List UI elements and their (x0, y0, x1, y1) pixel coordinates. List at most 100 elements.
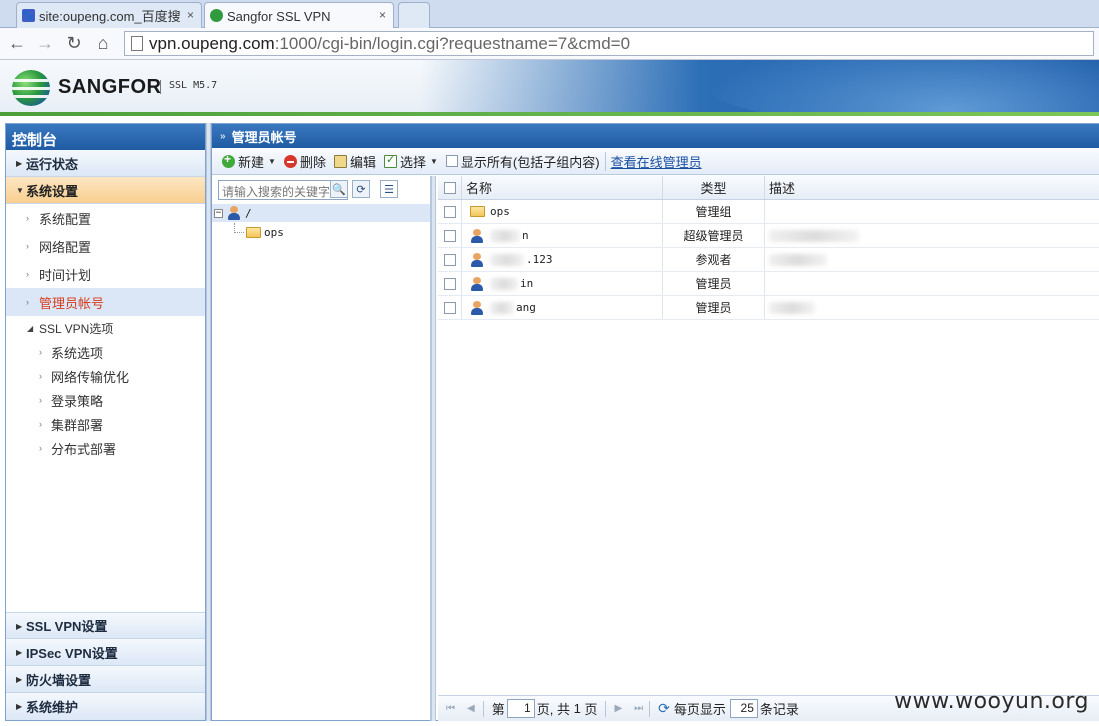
select-button-label: 选择 (399, 154, 426, 170)
product-version: SSL M5.7 (169, 80, 218, 91)
sangfor-logo-icon (12, 70, 50, 106)
new-tab-button[interactable] (398, 2, 430, 28)
sidebar-group-label: SSL VPN选项 (39, 321, 114, 336)
sidebar-section-ssl-vpn[interactable]: ▶ SSL VPN设置 (6, 612, 205, 639)
edit-button[interactable]: 编辑 (333, 152, 376, 171)
forward-arrow-icon[interactable]: → (34, 32, 56, 54)
per-page-input[interactable]: 25 (729, 699, 758, 718)
column-header-name[interactable]: 名称 (462, 176, 663, 199)
baidu-favicon-icon: 🐾 (22, 9, 35, 22)
dropdown-arrow-icon[interactable]: ▼ (268, 157, 276, 166)
home-icon[interactable]: ⌂ (92, 32, 114, 54)
column-header-type[interactable]: 类型 (663, 176, 765, 199)
sidebar-section-ipsec-vpn[interactable]: ▶ IPSec VPN设置 (6, 639, 205, 666)
select-button[interactable]: 选择 ▼ (383, 152, 438, 171)
address-bar[interactable]: vpn.oupeng.com:1000/cgi-bin/login.cgi?re… (124, 31, 1094, 56)
sidebar-item-system-config[interactable]: › 系统配置 (6, 204, 205, 232)
checkbox[interactable] (445, 155, 458, 167)
tree-splitter[interactable] (431, 176, 436, 721)
sidebar-subitem-distributed[interactable]: › 分布式部署 (6, 436, 205, 460)
close-tab-icon[interactable]: × (187, 8, 194, 22)
sidebar-subitem-system-options[interactable]: › 系统选项 (6, 340, 205, 364)
prev-page-icon[interactable]: ◀ (467, 703, 475, 714)
bullet-icon: › (39, 395, 42, 405)
sidebar-section-maintenance[interactable]: ▶ 系统维护 (6, 693, 205, 720)
sidebar-subitem-login-policy[interactable]: › 登录策略 (6, 388, 205, 412)
table-row[interactable]: ops 管理组 (438, 200, 1099, 224)
tree-node-root[interactable]: − / (212, 204, 430, 222)
header-strip (0, 112, 1099, 116)
sidebar-subitem-cluster[interactable]: › 集群部署 (6, 412, 205, 436)
column-header-description[interactable]: 描述 (765, 176, 1099, 199)
reload-icon[interactable]: ↻ (63, 32, 85, 54)
table-row[interactable]: .123 参观者 (438, 248, 1099, 272)
new-button-label: 新建 (238, 154, 265, 170)
caret-right-icon: ▶ (16, 675, 23, 684)
tree-search-input[interactable]: 请输入搜索的关键字 (218, 180, 348, 200)
bullet-icon: › (26, 241, 29, 251)
last-page-icon[interactable]: ⏭ (634, 703, 643, 714)
new-button[interactable]: 新建 ▼ (222, 152, 276, 171)
caret-down-icon: ◢ (27, 323, 34, 333)
edit-icon (333, 154, 347, 168)
bullet-icon: › (39, 347, 42, 357)
grid-header: 名称 类型 描述 (438, 176, 1099, 200)
user-group-icon (227, 206, 241, 220)
description-cell (765, 248, 1099, 271)
sidebar-section-label: 系统维护 (26, 700, 79, 715)
page-suffix: 页 (584, 702, 598, 717)
next-page-icon[interactable]: ▶ (614, 703, 622, 714)
sidebar-subitem-network-optimization[interactable]: › 网络传输优化 (6, 364, 205, 388)
back-arrow-icon[interactable]: ← (6, 32, 28, 54)
sidebar-section-label: SSL VPN设置 (26, 619, 108, 634)
folder-icon (470, 206, 485, 217)
close-tab-icon[interactable]: × (379, 8, 386, 22)
browser-tab-bar: 🐾 site:oupeng.com_百度搜 × Sangfor SSL VPN … (0, 0, 1099, 29)
sidebar-item-network-config[interactable]: › 网络配置 (6, 232, 205, 260)
user-icon (470, 252, 484, 267)
sidebar-item-admin-accounts[interactable]: › 管理员帐号 (6, 288, 205, 316)
bullet-icon: › (39, 443, 42, 453)
sidebar-section-status[interactable]: ▶ 运行状态 (6, 150, 205, 177)
row-checkbox[interactable] (443, 277, 456, 290)
show-all-checkbox[interactable]: 显示所有(包括子组内容) (445, 152, 600, 171)
table-row[interactable]: in 管理员 (438, 272, 1099, 296)
row-checkbox[interactable] (443, 205, 456, 218)
sidebar-item-label: 网络配置 (39, 239, 92, 255)
browser-tab-baidu[interactable]: 🐾 site:oupeng.com_百度搜 × (16, 2, 202, 28)
first-page-icon[interactable]: ⏮ (446, 703, 455, 714)
page-number-input[interactable]: 1 (506, 699, 535, 718)
browser-tab-sangfor[interactable]: Sangfor SSL VPN × (204, 2, 394, 29)
select-all-checkbox[interactable] (443, 181, 456, 194)
delete-button-label: 删除 (299, 154, 326, 170)
table-row[interactable]: ang 管理员 (438, 296, 1099, 320)
row-checkbox[interactable] (443, 253, 456, 266)
bullet-icon: › (26, 269, 29, 279)
sidebar-section-system[interactable]: ▼ 系统设置 (6, 177, 205, 204)
panel-header: » 管理员帐号 (212, 124, 1099, 148)
redacted-area (490, 253, 524, 266)
collapse-icon[interactable]: − (214, 208, 223, 218)
dropdown-arrow-icon[interactable]: ▼ (430, 157, 438, 166)
caret-right-icon: ▶ (16, 648, 23, 657)
browser-tab-title: Sangfor SSL VPN (227, 8, 331, 24)
table-row[interactable]: n 超级管理员 (438, 224, 1099, 248)
row-checkbox[interactable] (443, 229, 456, 242)
sidebar-item-schedule[interactable]: › 时间计划 (6, 260, 205, 288)
sidebar-section-firewall[interactable]: ▶ 防火墙设置 (6, 666, 205, 693)
refresh-icon[interactable]: ⟳ (658, 700, 670, 717)
header-decoration (700, 60, 1099, 116)
search-icon[interactable]: 🔍 (330, 180, 348, 198)
tree-node-ops[interactable]: ops (234, 223, 424, 241)
page-prefix: 第 (491, 702, 505, 717)
page-icon (131, 36, 143, 51)
refresh-tree-icon[interactable]: ⟳ (352, 180, 370, 198)
sidebar-section-label: IPSec VPN设置 (26, 645, 118, 661)
sidebar-item-label: 网络传输优化 (51, 369, 130, 385)
row-checkbox[interactable] (443, 301, 456, 314)
redacted-area (490, 277, 518, 290)
online-admins-link[interactable]: 查看在线管理员 (611, 152, 702, 171)
sidebar-group-ssl-vpn-options[interactable]: ◢ SSL VPN选项 (6, 316, 205, 340)
list-view-icon[interactable]: ☰ (380, 180, 398, 198)
delete-button[interactable]: 删除 (283, 152, 326, 171)
